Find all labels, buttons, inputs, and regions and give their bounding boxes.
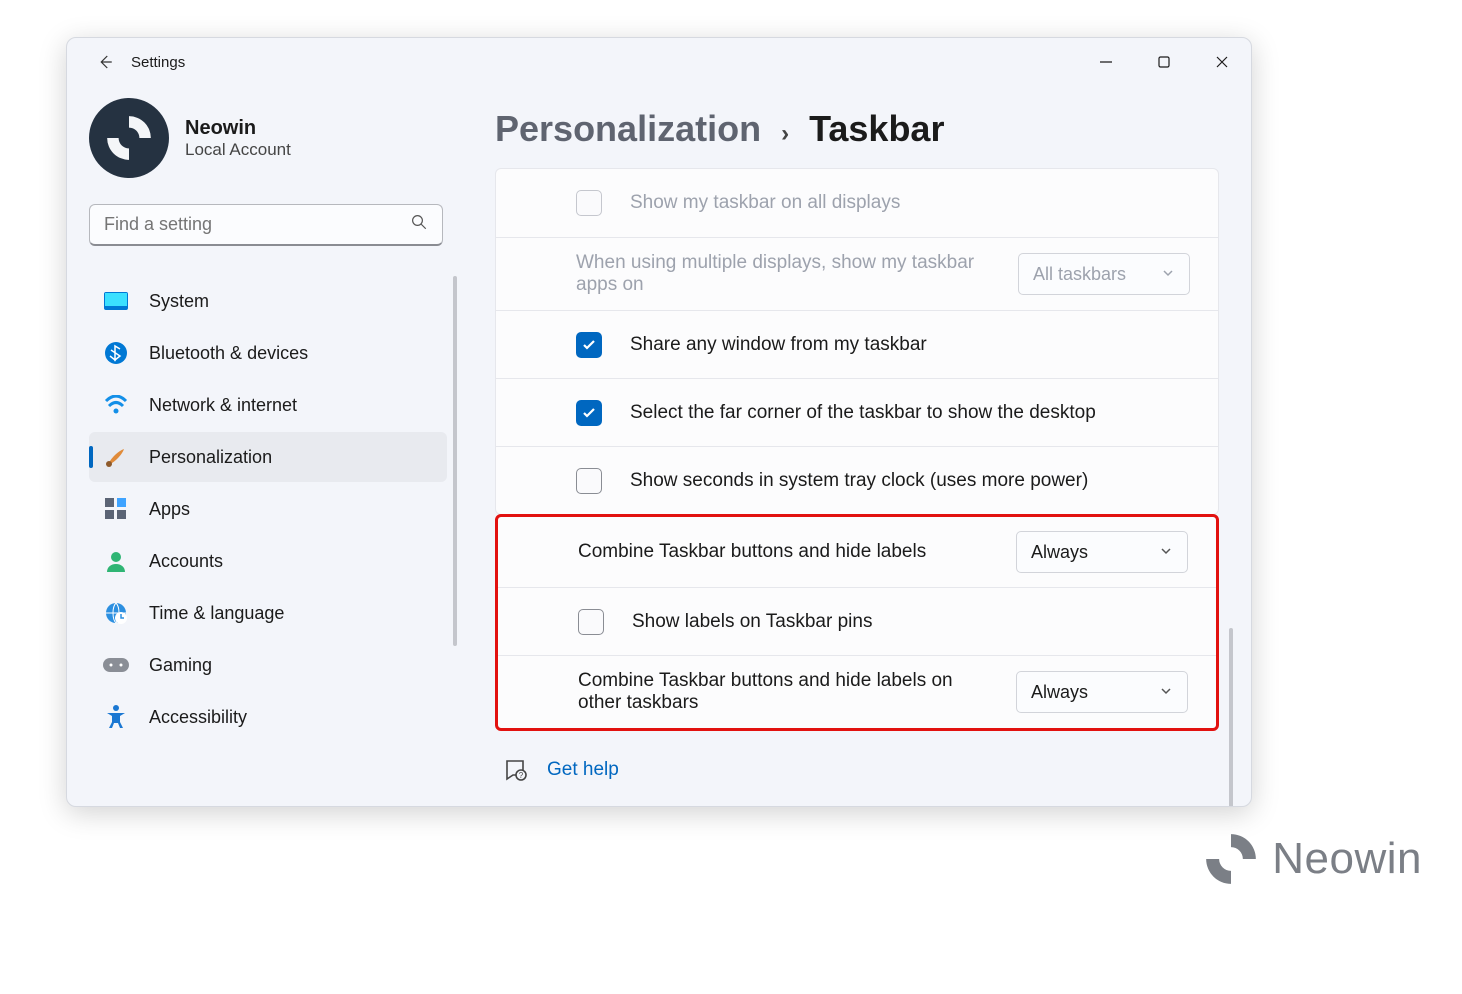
gamepad-icon: [103, 652, 129, 678]
minimize-button[interactable]: [1077, 38, 1135, 86]
watermark: Neowin: [1204, 832, 1422, 886]
setting-label: Select the far corner of the taskbar to …: [630, 402, 1190, 424]
search-field[interactable]: [104, 214, 410, 235]
watermark-logo-icon: [1204, 832, 1258, 886]
sidebar-item-system[interactable]: System: [89, 276, 447, 326]
window-controls: [1077, 38, 1251, 86]
dropdown-combine[interactable]: Always: [1016, 531, 1188, 573]
checkbox-checked[interactable]: [576, 400, 602, 426]
titlebar: Settings: [67, 38, 1251, 86]
checkbox-unchecked: [576, 190, 602, 216]
dropdown-value: Always: [1031, 542, 1145, 563]
system-icon: [103, 288, 129, 314]
user-subtitle: Local Account: [185, 140, 291, 160]
help-icon: ?: [503, 757, 529, 783]
setting-label: Show my taskbar on all displays: [630, 192, 1190, 214]
sidebar-item-bluetooth[interactable]: Bluetooth & devices: [89, 328, 447, 378]
sidebar-item-label: Accessibility: [149, 707, 247, 728]
setting-show-labels-pins[interactable]: Show labels on Taskbar pins: [498, 587, 1216, 655]
accessibility-icon: [103, 704, 129, 730]
sidebar-scrollbar[interactable]: [453, 276, 457, 646]
sidebar-item-personalization[interactable]: Personalization: [89, 432, 447, 482]
setting-label: Show labels on Taskbar pins: [632, 611, 1188, 633]
window-title: Settings: [131, 54, 185, 71]
chevron-down-icon: [1159, 542, 1173, 563]
breadcrumb-parent[interactable]: Personalization: [495, 108, 761, 150]
wifi-icon: [103, 392, 129, 418]
sidebar-item-label: Time & language: [149, 603, 284, 624]
checkbox-unchecked[interactable]: [576, 468, 602, 494]
breadcrumb-current: Taskbar: [809, 108, 944, 150]
setting-label: Show seconds in system tray clock (uses …: [630, 470, 1190, 492]
breadcrumb: Personalization › Taskbar: [495, 108, 1219, 150]
checkbox-unchecked[interactable]: [578, 609, 604, 635]
setting-far-corner[interactable]: Select the far corner of the taskbar to …: [496, 378, 1218, 446]
settings-window: Settings Neowin: [66, 37, 1252, 807]
clock-globe-icon: [103, 600, 129, 626]
sidebar-item-label: Apps: [149, 499, 190, 520]
sidebar-item-label: Personalization: [149, 447, 272, 468]
setting-multi-displays: When using multiple displays, show my ta…: [496, 237, 1218, 310]
svg-text:?: ?: [519, 771, 524, 780]
setting-share-window[interactable]: Share any window from my taskbar: [496, 310, 1218, 378]
sidebar-item-label: Bluetooth & devices: [149, 343, 308, 364]
setting-label: Combine Taskbar buttons and hide labels: [578, 541, 1000, 563]
watermark-text: Neowin: [1272, 834, 1422, 884]
user-name: Neowin: [185, 117, 291, 140]
paintbrush-icon: [103, 444, 129, 470]
setting-label: Share any window from my taskbar: [630, 334, 1190, 356]
back-button[interactable]: [85, 38, 125, 86]
dropdown-value: Always: [1031, 682, 1145, 703]
get-help-link[interactable]: ? Get help: [503, 757, 1219, 783]
sidebar-item-label: Network & internet: [149, 395, 297, 416]
sidebar-item-label: Gaming: [149, 655, 212, 676]
chevron-down-icon: [1161, 264, 1175, 285]
dropdown-multi-displays: All taskbars: [1018, 253, 1190, 295]
sidebar-item-network[interactable]: Network & internet: [89, 380, 447, 430]
chevron-down-icon: [1159, 682, 1173, 703]
setting-show-taskbar-all: Show my taskbar on all displays: [496, 169, 1218, 237]
dropdown-value: All taskbars: [1033, 264, 1147, 285]
apps-icon: [103, 496, 129, 522]
setting-label: When using multiple displays, show my ta…: [576, 252, 976, 296]
sidebar-item-label: System: [149, 291, 209, 312]
close-button[interactable]: [1193, 38, 1251, 86]
sidebar-item-label: Accounts: [149, 551, 223, 572]
sidebar-item-apps[interactable]: Apps: [89, 484, 447, 534]
user-box[interactable]: Neowin Local Account: [89, 92, 487, 196]
maximize-button[interactable]: [1135, 38, 1193, 86]
person-icon: [103, 548, 129, 574]
settings-panel: Show my taskbar on all displays When usi…: [495, 168, 1219, 515]
setting-show-seconds[interactable]: Show seconds in system tray clock (uses …: [496, 446, 1218, 514]
setting-combine-buttons: Combine Taskbar buttons and hide labels …: [498, 517, 1216, 587]
search-input[interactable]: [89, 204, 443, 246]
setting-label: Combine Taskbar buttons and hide labels …: [578, 670, 978, 714]
sidebar-item-accounts[interactable]: Accounts: [89, 536, 447, 586]
search-icon: [410, 213, 428, 236]
help-link-text: Get help: [547, 759, 619, 781]
highlighted-settings-panel: Combine Taskbar buttons and hide labels …: [495, 514, 1219, 731]
checkbox-checked[interactable]: [576, 332, 602, 358]
bluetooth-icon: [103, 340, 129, 366]
avatar: [89, 98, 169, 178]
sidebar-item-accessibility[interactable]: Accessibility: [89, 692, 447, 742]
chevron-right-icon: ›: [781, 120, 789, 148]
setting-combine-other: Combine Taskbar buttons and hide labels …: [498, 655, 1216, 728]
content-scrollbar[interactable]: [1229, 628, 1233, 807]
main-content: Personalization › Taskbar Show my taskba…: [487, 86, 1251, 806]
dropdown-combine-other[interactable]: Always: [1016, 671, 1188, 713]
sidebar-item-gaming[interactable]: Gaming: [89, 640, 447, 690]
sidebar: Neowin Local Account System: [67, 86, 487, 806]
nav-list: System Bluetooth & devices Network & int…: [89, 276, 487, 742]
sidebar-item-time[interactable]: Time & language: [89, 588, 447, 638]
